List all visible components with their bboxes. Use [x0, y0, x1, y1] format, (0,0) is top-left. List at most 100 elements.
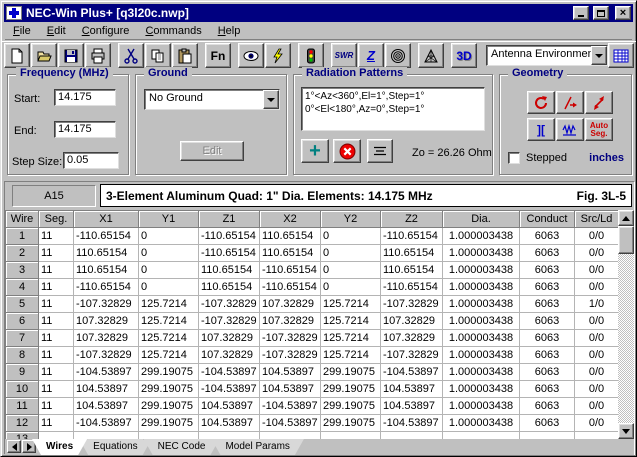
tab-scroll-left-button[interactable]: [7, 440, 21, 453]
print-button[interactable]: [85, 43, 111, 68]
table-cell[interactable]: 104.53897: [260, 364, 321, 381]
table-cell[interactable]: -107.32829: [199, 313, 260, 330]
menu-help[interactable]: Help: [210, 24, 249, 38]
table-cell[interactable]: 110.65154: [260, 245, 321, 262]
table-cell[interactable]: 11: [39, 262, 74, 279]
table-cell[interactable]: 11: [39, 415, 74, 432]
table-cell[interactable]: 104.53897: [74, 381, 139, 398]
app-icon[interactable]: [6, 6, 22, 20]
table-cell[interactable]: 6063: [520, 415, 575, 432]
cell-reference-box[interactable]: A15: [12, 185, 96, 207]
column-header[interactable]: Conduct: [520, 211, 575, 228]
menu-commands[interactable]: Commands: [137, 24, 209, 38]
table-cell[interactable]: 299.19075: [321, 364, 381, 381]
paste-button[interactable]: [172, 43, 198, 68]
table-cell[interactable]: 0/0: [575, 330, 619, 347]
table-cell[interactable]: 11: [39, 398, 74, 415]
column-header[interactable]: Seg.: [39, 211, 74, 228]
table-cell[interactable]: 6063: [520, 262, 575, 279]
table-cell[interactable]: -104.53897: [199, 364, 260, 381]
maximize-button[interactable]: [593, 6, 609, 20]
table-cell[interactable]: -110.65154: [260, 279, 321, 296]
row-number[interactable]: 9: [6, 364, 39, 381]
table-cell[interactable]: 0/0: [575, 364, 619, 381]
table-cell[interactable]: 0: [139, 228, 199, 245]
row-number[interactable]: 8: [6, 347, 39, 364]
fn-button[interactable]: Fn: [205, 43, 231, 68]
status-button[interactable]: [298, 43, 324, 68]
table-cell[interactable]: 1.000003438: [443, 279, 520, 296]
table-cell[interactable]: 11: [39, 330, 74, 347]
row-number[interactable]: 11: [6, 398, 39, 415]
table-cell[interactable]: 110.65154: [199, 279, 260, 296]
table-cell[interactable]: -110.65154: [199, 245, 260, 262]
step-size-input[interactable]: 0.05: [63, 152, 119, 169]
table-cell[interactable]: 1.000003438: [443, 228, 520, 245]
table-cell[interactable]: 0/0: [575, 313, 619, 330]
table-cell[interactable]: 0/0: [575, 279, 619, 296]
column-header[interactable]: Y1: [139, 211, 199, 228]
column-header[interactable]: Y2: [321, 211, 381, 228]
table-cell[interactable]: 107.32829: [199, 347, 260, 364]
tab-equations[interactable]: Equations: [79, 439, 151, 455]
z-plot-button[interactable]: Z: [358, 43, 384, 68]
row-number[interactable]: 5: [6, 296, 39, 313]
table-cell[interactable]: 110.65154: [381, 245, 443, 262]
open-button[interactable]: [31, 43, 57, 68]
table-cell[interactable]: 11: [39, 347, 74, 364]
table-cell[interactable]: 11: [39, 381, 74, 398]
table-cell[interactable]: 125.7214: [321, 296, 381, 313]
auto-seg-button[interactable]: AutoSeg.: [585, 118, 613, 141]
table-cell[interactable]: 6063: [520, 279, 575, 296]
column-header[interactable]: Dia.: [443, 211, 520, 228]
table-cell[interactable]: -104.53897: [260, 415, 321, 432]
table-cell[interactable]: 6063: [520, 364, 575, 381]
table-cell[interactable]: 0: [321, 279, 381, 296]
table-cell[interactable]: 107.32829: [381, 313, 443, 330]
table-cell[interactable]: 104.53897: [74, 398, 139, 415]
pattern-list-button[interactable]: [367, 139, 393, 163]
rotate-button[interactable]: [527, 91, 555, 114]
table-cell[interactable]: 0: [139, 262, 199, 279]
table-cell[interactable]: 299.19075: [139, 364, 199, 381]
view-antenna-button[interactable]: [238, 43, 264, 68]
scrollbar-thumb[interactable]: [618, 226, 634, 254]
table-cell[interactable]: 110.65154: [260, 228, 321, 245]
table-cell[interactable]: -110.65154: [381, 279, 443, 296]
table-cell[interactable]: 104.53897: [381, 398, 443, 415]
row-number[interactable]: 2: [6, 245, 39, 262]
table-cell[interactable]: 104.53897: [199, 398, 260, 415]
table-cell[interactable]: -110.65154: [74, 279, 139, 296]
tab-wires[interactable]: Wires: [32, 439, 87, 455]
table-cell[interactable]: -104.53897: [199, 381, 260, 398]
table-cell[interactable]: 6063: [520, 228, 575, 245]
wire-arrow-button[interactable]: [556, 91, 584, 114]
table-cell[interactable]: 1.000003438: [443, 330, 520, 347]
table-cell[interactable]: 11: [39, 245, 74, 262]
table-cell[interactable]: 104.53897: [260, 381, 321, 398]
scroll-up-button[interactable]: [618, 210, 634, 226]
table-cell[interactable]: 1.000003438: [443, 381, 520, 398]
ground-combo[interactable]: No Ground: [144, 89, 280, 110]
column-header[interactable]: X2: [260, 211, 321, 228]
row-number[interactable]: 12: [6, 415, 39, 432]
menu-edit[interactable]: Edit: [39, 24, 74, 38]
vertical-scrollbar[interactable]: [618, 210, 634, 439]
table-cell[interactable]: -104.53897: [381, 364, 443, 381]
save-button[interactable]: [58, 43, 84, 68]
table-cell[interactable]: 0/0: [575, 415, 619, 432]
table-cell[interactable]: -107.32829: [260, 330, 321, 347]
table-cell[interactable]: -107.32829: [74, 347, 139, 364]
table-cell[interactable]: 110.65154: [74, 262, 139, 279]
cut-button[interactable]: [118, 43, 144, 68]
table-cell[interactable]: 107.32829: [260, 296, 321, 313]
table-cell[interactable]: 110.65154: [199, 262, 260, 279]
table-cell[interactable]: 1.000003438: [443, 296, 520, 313]
new-button[interactable]: [4, 43, 30, 68]
table-cell[interactable]: 0: [321, 228, 381, 245]
add-pattern-button[interactable]: +: [301, 139, 329, 163]
patterns-listbox[interactable]: 1°<Az<360°,El=1°,Step=1° 0°<El<180°,Az=0…: [301, 87, 485, 131]
table-cell[interactable]: 299.19075: [139, 381, 199, 398]
table-cell[interactable]: 125.7214: [321, 330, 381, 347]
table-cell[interactable]: 125.7214: [139, 296, 199, 313]
